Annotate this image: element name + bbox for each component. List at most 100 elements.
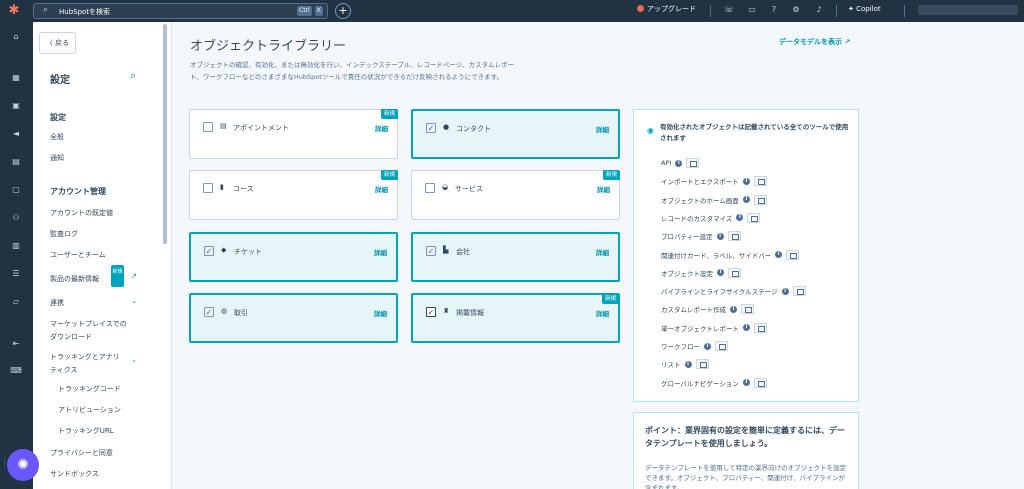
grid-icon[interactable]: ▦ [10, 72, 22, 83]
info-icon[interactable]: i [716, 232, 724, 240]
object-checkbox[interactable] [203, 183, 213, 193]
info-icon[interactable]: i [742, 196, 750, 204]
upgrade-button[interactable]: アップグレード [637, 4, 696, 14]
info-icon[interactable]: i [781, 287, 789, 295]
info-icon[interactable]: i [684, 360, 692, 368]
object-checkbox[interactable]: ✓ [426, 123, 436, 133]
help-icon[interactable]: ? [768, 4, 780, 16]
megaphone-icon[interactable]: ◄ [10, 128, 22, 139]
chevron-down-icon[interactable]: ⌄ [131, 356, 137, 364]
object-card[interactable]: ◒ サービス 詳細 新規 [411, 170, 620, 220]
sidebar-item-tracking-code[interactable]: トラッキングコード [58, 384, 121, 394]
sidebar-item-marketplace-line2[interactable]: ダウンロード [50, 332, 92, 342]
details-link[interactable]: 詳細 [374, 247, 387, 257]
info-icon[interactable]: i [742, 379, 750, 387]
object-checkbox[interactable]: ✓ [426, 307, 436, 317]
details-link[interactable]: 詳細 [375, 123, 388, 133]
commerce-icon[interactable]: ▢ [10, 184, 22, 195]
preview-icon[interactable] [792, 286, 806, 297]
database-icon[interactable]: ☰ [10, 268, 22, 279]
tool-name: 単一オブジェクトレポート [661, 324, 739, 333]
info-icon[interactable]: i [675, 159, 683, 167]
global-search-input[interactable]: ⌕ HubSpotを検索 Ctrl K [33, 3, 328, 19]
reports-icon[interactable]: ▥ [10, 240, 22, 251]
gear-icon[interactable]: ⚙ [790, 4, 802, 16]
preview-icon[interactable] [753, 176, 767, 187]
preview-icon[interactable] [786, 249, 800, 260]
phone-icon[interactable]: ☏ [723, 4, 735, 16]
preview-icon[interactable] [695, 359, 709, 370]
details-link[interactable]: 詳細 [374, 308, 387, 318]
hubspot-sprocket-icon[interactable]: ✱ [6, 3, 22, 19]
object-checkbox[interactable] [203, 122, 213, 132]
sidebar-item-product-updates[interactable]: 製品の最新情報 [50, 274, 99, 284]
plus-icon[interactable]: + [335, 3, 351, 19]
sidebar-item-notifications[interactable]: 通知 [50, 153, 64, 163]
object-card[interactable]: ▤ アポイントメント 詳細 新規 [189, 109, 398, 159]
preview-icon[interactable] [754, 322, 767, 333]
preview-icon[interactable] [686, 158, 700, 168]
back-button[interactable]: 〈 戻る [39, 32, 76, 54]
object-card[interactable]: ▮ コース 詳細 新規 [189, 170, 398, 220]
scrollbar[interactable] [163, 24, 167, 244]
info-icon[interactable]: i [742, 177, 750, 185]
info-icon[interactable]: i [730, 305, 737, 313]
sidebar-item-general[interactable]: 全般 [50, 132, 64, 142]
data-model-link[interactable]: データモデルを表示 ↗ [779, 37, 850, 47]
object-checkbox[interactable]: ✓ [204, 246, 214, 256]
details-link[interactable]: 詳細 [375, 184, 388, 194]
object-card[interactable]: ✓ ▙ 会社 詳細 [411, 232, 620, 282]
folder-icon[interactable]: ▱ [10, 296, 22, 307]
contacts-icon[interactable]: ▣ [10, 100, 22, 111]
info-icon[interactable]: i [704, 342, 711, 350]
info-icon[interactable]: i [775, 251, 783, 258]
copilot-button[interactable]: ✦ Copilot [848, 5, 881, 13]
sidebar-item-audit-log[interactable]: 監査ログ [50, 229, 78, 239]
divider [836, 5, 837, 17]
sidebar-item-account-defaults[interactable]: アカウントの既定値 [50, 208, 113, 218]
sidebar-item-attribution[interactable]: アトリビューション [58, 405, 121, 415]
collapse-icon[interactable]: ⇤ [10, 338, 22, 349]
sidebar-item-marketplace[interactable]: マーケットプレイスでの [50, 319, 127, 329]
details-link[interactable]: 詳細 [596, 247, 609, 257]
assistant-launcher-button[interactable]: ✺ [7, 449, 39, 481]
info-icon[interactable]: i [743, 324, 750, 332]
details-link[interactable]: 詳細 [596, 124, 609, 134]
automation-icon[interactable]: ⚇ [10, 212, 22, 223]
content-icon[interactable]: ▤ [10, 156, 22, 167]
account-menu[interactable] [918, 5, 1018, 15]
preview-icon[interactable] [753, 377, 767, 388]
sidebar-item-tracking[interactable]: トラッキングとアナリ [50, 352, 120, 362]
bell-icon[interactable]: ♪ [813, 4, 825, 16]
object-card[interactable]: ✓ ● コンタクト 詳細 [411, 109, 620, 159]
preview-icon[interactable] [728, 267, 741, 278]
sidebar-item-tracking-url[interactable]: トラッキングURL [58, 426, 114, 436]
chevron-down-icon[interactable]: ⌄ [131, 297, 137, 305]
object-card[interactable]: ✓ ♜ 掲載情報 詳細 新規 [411, 293, 620, 343]
object-checkbox[interactable]: ✓ [426, 246, 436, 256]
object-checkbox[interactable] [425, 183, 435, 193]
marketplace-icon[interactable]: ▭ [746, 4, 758, 16]
new-badge: 新規 [380, 170, 398, 180]
search-icon[interactable]: ⌕ [130, 69, 136, 83]
sidebar-item-users-teams[interactable]: ユーザーとチーム [50, 250, 106, 260]
preview-icon[interactable] [747, 212, 761, 223]
preview-icon[interactable] [727, 231, 741, 242]
sidebar-item-sandbox[interactable]: サンドボックス [50, 469, 99, 479]
object-checkbox[interactable]: ✓ [204, 307, 214, 317]
details-link[interactable]: 詳細 [596, 308, 609, 318]
object-card[interactable]: ✓ ◆ チケット 詳細 [189, 232, 398, 282]
preview-icon[interactable] [741, 304, 754, 315]
preview-icon[interactable] [753, 194, 767, 205]
bookmark-icon[interactable]: ⌂ [10, 31, 22, 42]
info-icon[interactable]: i [717, 269, 724, 277]
keyboard-icon[interactable]: ⌨ [10, 365, 22, 376]
object-card[interactable]: ✓ ◍ 取引 詳細 [189, 293, 398, 343]
info-icon[interactable]: i [736, 214, 744, 222]
new-badge: 新規 [380, 109, 398, 119]
sidebar-item-integrations[interactable]: 連携 [50, 298, 64, 308]
preview-icon[interactable] [715, 341, 728, 351]
details-link[interactable]: 詳細 [597, 184, 610, 194]
sidebar-item-tracking-line2[interactable]: ティクス [50, 365, 77, 375]
sidebar-item-privacy[interactable]: プライバシーと同意 [50, 448, 113, 458]
